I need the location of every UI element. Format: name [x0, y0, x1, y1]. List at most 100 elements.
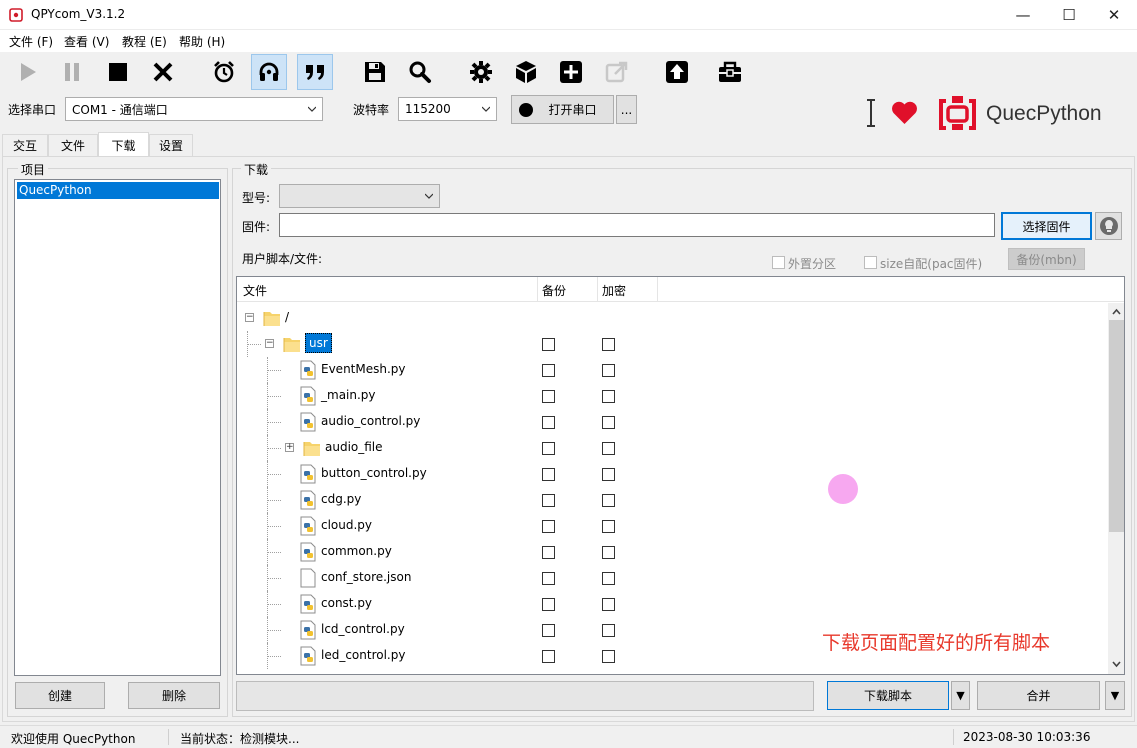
tree-row[interactable]: − usr: [237, 331, 1107, 357]
stop-button[interactable]: [100, 54, 136, 90]
encrypt-checkbox[interactable]: [602, 520, 615, 533]
tab-interact[interactable]: 交互: [2, 134, 48, 156]
menu-view[interactable]: 查看 (V): [64, 33, 109, 50]
export-button[interactable]: [599, 54, 635, 90]
tree-item-name[interactable]: led_control.py: [321, 648, 405, 662]
clear-button[interactable]: [145, 54, 181, 90]
backup-checkbox[interactable]: [542, 416, 555, 429]
tree-item-name[interactable]: cloud.py: [321, 518, 372, 532]
tree-row[interactable]: const.py: [237, 591, 1107, 617]
create-button[interactable]: 创建: [15, 682, 105, 709]
tree-item-name[interactable]: cdg.py: [321, 492, 361, 506]
tree-item-name[interactable]: /: [285, 310, 289, 324]
encrypt-checkbox[interactable]: [602, 338, 615, 351]
collapse-icon[interactable]: −: [265, 339, 274, 348]
choose-firmware-button[interactable]: 选择固件: [1001, 212, 1092, 240]
encrypt-checkbox[interactable]: [602, 650, 615, 663]
backup-mbn-button[interactable]: 备份(mbn): [1008, 248, 1085, 270]
list-item[interactable]: QuecPython: [17, 182, 219, 199]
tree-item-name[interactable]: conf_store.json: [321, 570, 411, 584]
expand-icon[interactable]: +: [285, 443, 294, 452]
tree-row[interactable]: cdg.py: [237, 487, 1107, 513]
menu-help[interactable]: 帮助 (H): [179, 33, 225, 50]
encrypt-checkbox[interactable]: [602, 364, 615, 377]
toolbox-button[interactable]: [712, 54, 748, 90]
file-tree[interactable]: 文件 备份 加密 − / − usr EventMesh.py _main.pyaudio…: [236, 276, 1125, 675]
tree-row[interactable]: EventMesh.py: [237, 357, 1107, 383]
encrypt-checkbox[interactable]: [602, 390, 615, 403]
tree-item-name[interactable]: _main.py: [321, 388, 376, 402]
scroll-down-icon[interactable]: [1112, 661, 1121, 668]
encrypt-checkbox[interactable]: [602, 572, 615, 585]
tree-item-name[interactable]: audio_file: [325, 440, 383, 454]
merge-dropdown[interactable]: ▼: [1105, 681, 1125, 710]
column-file[interactable]: 文件: [243, 282, 267, 299]
encrypt-checkbox[interactable]: [602, 624, 615, 637]
tab-settings[interactable]: 设置: [149, 134, 193, 156]
column-backup[interactable]: 备份: [542, 282, 566, 299]
port-select[interactable]: COM1 - 通信端口: [65, 97, 323, 121]
backup-checkbox[interactable]: [542, 598, 555, 611]
tree-row[interactable]: cloud.py: [237, 513, 1107, 539]
backup-checkbox[interactable]: [542, 650, 555, 663]
encrypt-checkbox[interactable]: [602, 416, 615, 429]
open-port-button[interactable]: 打开串口: [511, 95, 614, 124]
baud-select[interactable]: 115200: [398, 97, 497, 121]
backup-checkbox[interactable]: [542, 468, 555, 481]
quote-button[interactable]: [297, 54, 333, 90]
tree-row[interactable]: audio_control.py: [237, 409, 1107, 435]
tab-download[interactable]: 下载: [98, 132, 149, 157]
menu-tutorial[interactable]: 教程 (E): [122, 33, 167, 50]
external-partition-checkbox[interactable]: [772, 256, 785, 269]
tree-item-name[interactable]: const.py: [321, 596, 372, 610]
package-button[interactable]: [508, 54, 544, 90]
backup-checkbox[interactable]: [542, 442, 555, 455]
backup-checkbox[interactable]: [542, 520, 555, 533]
upload-button[interactable]: [659, 54, 695, 90]
headset-button[interactable]: [251, 54, 287, 90]
save-button[interactable]: [357, 54, 393, 90]
tree-item-name[interactable]: usr: [305, 333, 332, 353]
scrollbar-thumb[interactable]: [1109, 320, 1124, 532]
backup-checkbox[interactable]: [542, 338, 555, 351]
firmware-input[interactable]: [279, 213, 995, 237]
merge-button[interactable]: 合并: [977, 681, 1100, 710]
tree-row[interactable]: _main.py: [237, 383, 1107, 409]
add-button[interactable]: [553, 54, 589, 90]
backup-checkbox[interactable]: [542, 364, 555, 377]
download-script-button[interactable]: 下载脚本: [827, 681, 949, 710]
tree-row[interactable]: + audio_file: [237, 435, 1107, 461]
encrypt-checkbox[interactable]: [602, 598, 615, 611]
project-list[interactable]: QuecPython: [14, 179, 221, 676]
tree-item-name[interactable]: audio_control.py: [321, 414, 420, 428]
maximize-button[interactable]: ☐: [1046, 0, 1092, 30]
backup-checkbox[interactable]: [542, 546, 555, 559]
download-script-dropdown[interactable]: ▼: [951, 681, 970, 710]
collapse-icon[interactable]: −: [245, 313, 254, 322]
backup-checkbox[interactable]: [542, 494, 555, 507]
encrypt-checkbox[interactable]: [602, 546, 615, 559]
run-button[interactable]: [10, 54, 46, 90]
encrypt-checkbox[interactable]: [602, 494, 615, 507]
scroll-up-icon[interactable]: [1112, 308, 1121, 315]
search-button[interactable]: [402, 54, 438, 90]
menu-file[interactable]: 文件 (F): [9, 33, 53, 50]
tips-button[interactable]: [1095, 212, 1122, 240]
delete-button[interactable]: 删除: [128, 682, 220, 709]
more-button[interactable]: ...: [616, 95, 637, 124]
backup-checkbox[interactable]: [542, 390, 555, 403]
backup-checkbox[interactable]: [542, 624, 555, 637]
tree-item-name[interactable]: EventMesh.py: [321, 362, 406, 376]
tree-item-name[interactable]: button_control.py: [321, 466, 427, 480]
tree-row[interactable]: conf_store.json: [237, 565, 1107, 591]
settings-button[interactable]: [463, 54, 499, 90]
tree-item-name[interactable]: lcd_control.py: [321, 622, 405, 636]
tree-row[interactable]: button_control.py: [237, 461, 1107, 487]
column-encrypt[interactable]: 加密: [602, 282, 626, 299]
tree-scrollbar[interactable]: [1108, 303, 1124, 674]
timer-button[interactable]: [206, 54, 242, 90]
encrypt-checkbox[interactable]: [602, 468, 615, 481]
close-button[interactable]: ✕: [1091, 0, 1137, 30]
tree-row[interactable]: common.py: [237, 539, 1107, 565]
backup-checkbox[interactable]: [542, 572, 555, 585]
